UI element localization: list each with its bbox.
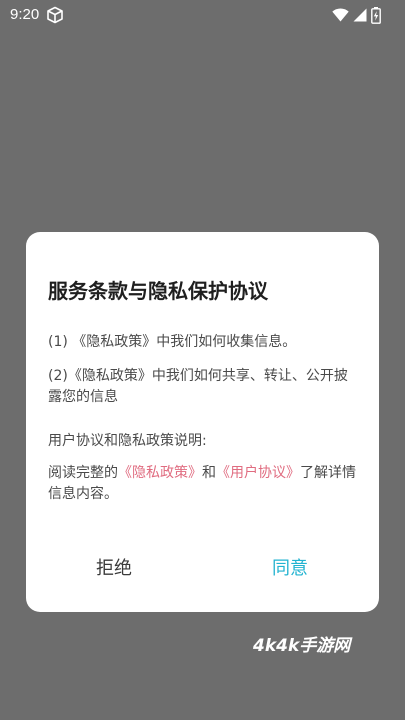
dialog-title: 服务条款与隐私保护协议 [48,279,268,303]
package-cube-icon [46,6,64,24]
privacy-clause-collect: (1) 《隐私政策》中我们如何收集信息。 [48,334,297,350]
agree-button[interactable]: 同意 [272,552,308,586]
agreement-explanation-heading: 用户协议和隐私政策说明: [48,433,207,449]
status-bar: 9:20 [0,0,405,30]
privacy-dialog: 服务条款与隐私保护协议 (1) 《隐私政策》中我们如何收集信息。 (2)《隐私政… [26,232,379,612]
status-time: 9:20 [10,6,40,23]
battery-charging-icon [371,6,381,24]
screen: 9:20 服务条款与隐私保护协议 (1) 《隐私政策》中我们如何收集信息。 (2… [0,0,405,720]
wifi-icon [332,8,349,22]
read-prefix: 阅读完整的 [48,465,118,481]
user-agreement-link[interactable]: 《用户协议》 [216,465,300,481]
watermark-text: 4k4k手游网 [253,636,351,656]
privacy-clause-share: (2)《隐私政策》中我们如何共享、转让、公开披露您的信息 [48,368,348,405]
cell-signal-icon [353,8,367,22]
privacy-policy-link[interactable]: 《隐私政策》 [118,465,202,481]
reject-button[interactable]: 拒绝 [96,552,132,586]
dialog-actions: 拒绝 同意 [26,552,379,586]
read-agreements-text: 阅读完整的《隐私政策》和《用户协议》了解详情信息内容。 [48,463,358,505]
read-middle: 和 [202,465,216,481]
status-icons [332,6,381,24]
